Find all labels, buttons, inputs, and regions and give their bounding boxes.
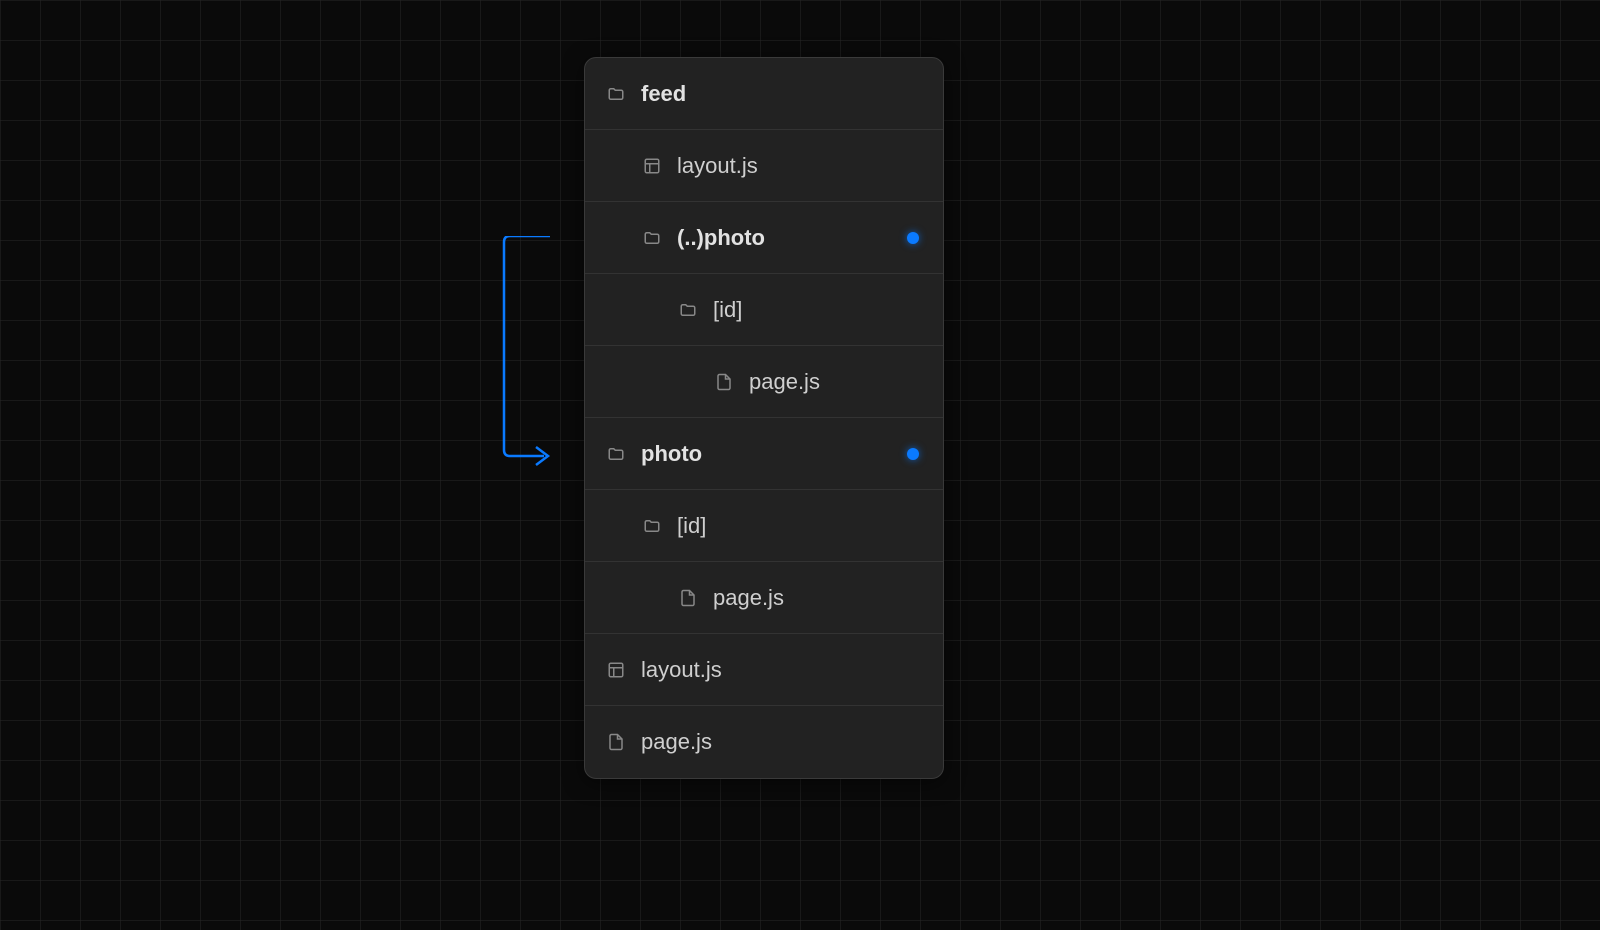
folder-icon: [643, 517, 661, 535]
tree-item-label: page.js: [749, 369, 820, 395]
layout-icon: [643, 157, 661, 175]
tree-item-label: layout.js: [641, 657, 722, 683]
tree-item-photo[interactable]: photo: [585, 418, 943, 490]
tree-item-label: (..)photo: [677, 225, 765, 251]
tree-item-label: layout.js: [677, 153, 758, 179]
file-icon: [715, 373, 733, 391]
tree-item-id-dynamic[interactable]: [id]: [585, 490, 943, 562]
tree-item-page[interactable]: page.js: [585, 562, 943, 634]
tree-item-label: [id]: [713, 297, 742, 323]
tree-item-intercept-photo[interactable]: (..)photo: [585, 202, 943, 274]
tree-item-id-dynamic[interactable]: [id]: [585, 274, 943, 346]
layout-icon: [607, 661, 625, 679]
file-tree-panel: feed layout.js (..)photo [id] page.js ph…: [584, 57, 944, 779]
tree-item-page[interactable]: page.js: [585, 706, 943, 778]
tree-item-layout[interactable]: layout.js: [585, 130, 943, 202]
tree-item-layout[interactable]: layout.js: [585, 634, 943, 706]
tree-item-label: photo: [641, 441, 702, 467]
status-dot: [907, 232, 919, 244]
folder-icon: [607, 85, 625, 103]
folder-icon: [643, 229, 661, 247]
folder-icon: [607, 445, 625, 463]
folder-icon: [679, 301, 697, 319]
file-icon: [679, 589, 697, 607]
tree-item-page[interactable]: page.js: [585, 346, 943, 418]
tree-item-label: [id]: [677, 513, 706, 539]
tree-item-feed[interactable]: feed: [585, 58, 943, 130]
file-icon: [607, 733, 625, 751]
status-dot: [907, 448, 919, 460]
tree-item-label: page.js: [713, 585, 784, 611]
tree-item-label: page.js: [641, 729, 712, 755]
tree-item-label: feed: [641, 81, 686, 107]
